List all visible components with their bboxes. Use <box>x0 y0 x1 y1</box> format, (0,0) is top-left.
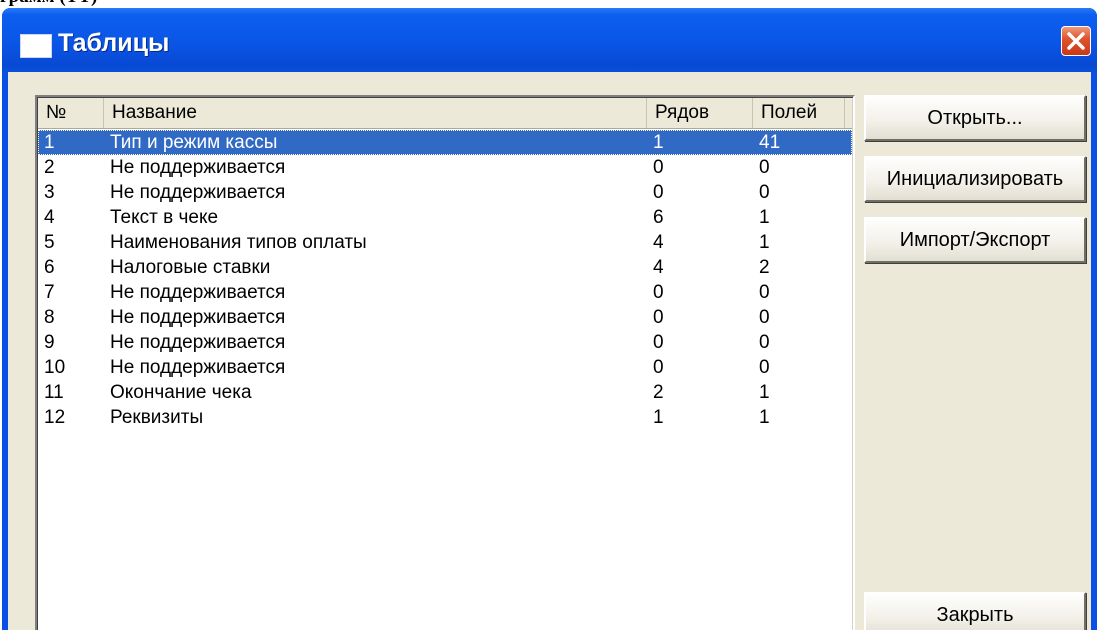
row-fields-cell: 0 <box>759 157 770 178</box>
row-number-cell: 12 <box>44 407 66 428</box>
row-fields-cell: 1 <box>759 407 770 428</box>
row-number-cell: 6 <box>44 257 55 278</box>
row-rows-cell: 0 <box>653 182 664 203</box>
row-name-cell: Не поддерживается <box>110 357 286 378</box>
row-rows-cell: 6 <box>653 207 664 228</box>
column-header-rows[interactable]: Рядов <box>647 98 753 128</box>
table-row[interactable]: 7 Не поддерживается 0 0 <box>38 280 852 305</box>
table-row[interactable]: 2 Не поддерживается 0 0 <box>38 155 852 180</box>
row-number-cell: 7 <box>44 282 55 303</box>
row-number-cell: 1 <box>44 132 55 153</box>
row-fields-cell: 1 <box>759 232 770 253</box>
row-number-cell: 10 <box>44 357 66 378</box>
window-title: Таблицы <box>58 29 170 57</box>
row-fields-cell: 1 <box>759 382 770 403</box>
row-name-cell: Реквизиты <box>110 407 204 428</box>
table-row[interactable]: 4 Текст в чеке 6 1 <box>38 205 852 230</box>
dialog-client-area: № Название Рядов Полей 1 Тип и режим касс… <box>8 72 1091 630</box>
row-name-cell: Наименования типов оплаты <box>110 232 367 253</box>
column-header-number[interactable]: № <box>38 98 104 128</box>
row-number-cell: 8 <box>44 307 55 328</box>
table-row[interactable]: 9 Не поддерживается 0 0 <box>38 330 852 355</box>
row-rows-cell: 4 <box>653 257 664 278</box>
row-name-cell: Текст в чеке <box>110 207 219 228</box>
row-name-cell: Не поддерживается <box>110 307 286 328</box>
table-row[interactable]: 1 Тип и режим кассы 1 41 <box>38 130 852 155</box>
row-fields-cell: 2 <box>759 257 770 278</box>
row-number-cell: 4 <box>44 207 55 228</box>
column-header-fields[interactable]: Полей <box>753 98 845 128</box>
list-body: 1 Тип и режим кассы 1 41 2 Не поддерживается 0… <box>38 130 852 630</box>
row-number-cell: 9 <box>44 332 55 353</box>
list-header: № Название Рядов Полей <box>38 98 852 129</box>
table-row[interactable]: 5 Наименования типов оплаты 4 1 <box>38 230 852 255</box>
table-row[interactable]: 11 Окончание чека 2 1 <box>38 380 852 405</box>
row-rows-cell: 4 <box>653 232 664 253</box>
row-rows-cell: 0 <box>653 282 664 303</box>
row-number-cell: 11 <box>44 382 64 403</box>
table-row[interactable]: 10 Не поддерживается 0 0 <box>38 355 852 380</box>
close-button[interactable]: Закрыть <box>864 592 1086 630</box>
tables-list[interactable]: № Название Рядов Полей 1 Тип и режим касс… <box>35 95 855 630</box>
title-bar[interactable]: Таблицы <box>2 8 1097 72</box>
column-header-name[interactable]: Название <box>104 98 647 128</box>
row-rows-cell: 1 <box>653 407 664 428</box>
table-row[interactable]: 12 Реквизиты 1 1 <box>38 405 852 430</box>
close-window-button[interactable] <box>1061 26 1091 56</box>
row-name-cell: Тип и режим кассы <box>110 132 278 153</box>
row-name-cell: Окончание чека <box>110 382 252 403</box>
row-fields-cell: 0 <box>759 307 770 328</box>
window-icon <box>20 34 52 58</box>
table-row[interactable]: 3 Не поддерживается 0 0 <box>38 180 852 205</box>
row-rows-cell: 0 <box>653 307 664 328</box>
close-icon <box>1067 32 1085 50</box>
row-rows-cell: 0 <box>653 332 664 353</box>
row-name-cell: Не поддерживается <box>110 332 286 353</box>
row-number-cell: 5 <box>44 232 55 253</box>
row-fields-cell: 0 <box>759 332 770 353</box>
row-name-cell: Не поддерживается <box>110 157 286 178</box>
row-rows-cell: 0 <box>653 357 664 378</box>
row-fields-cell: 0 <box>759 182 770 203</box>
row-rows-cell: 1 <box>653 132 664 153</box>
row-rows-cell: 2 <box>653 382 664 403</box>
row-fields-cell: 0 <box>759 357 770 378</box>
import-export-button[interactable]: Импорт/Экспорт <box>864 217 1086 263</box>
row-name-cell: Не поддерживается <box>110 182 286 203</box>
row-name-cell: Налоговые ставки <box>110 257 271 278</box>
row-name-cell: Не поддерживается <box>110 282 286 303</box>
row-number-cell: 2 <box>44 157 55 178</box>
open-button[interactable]: Открыть... <box>864 95 1086 141</box>
row-rows-cell: 0 <box>653 157 664 178</box>
row-fields-cell: 1 <box>759 207 770 228</box>
row-number-cell: 3 <box>44 182 55 203</box>
tables-dialog: Таблицы № Название Рядов Полей 1 Тип и ре… <box>2 8 1097 630</box>
row-fields-cell: 41 <box>759 132 781 153</box>
initialize-button[interactable]: Инициализировать <box>864 156 1086 202</box>
table-row[interactable]: 6 Налоговые ставки 4 2 <box>38 255 852 280</box>
table-row[interactable]: 8 Не поддерживается 0 0 <box>38 305 852 330</box>
document-heading-text: грамм (ТТ) <box>0 0 97 8</box>
row-fields-cell: 0 <box>759 282 770 303</box>
